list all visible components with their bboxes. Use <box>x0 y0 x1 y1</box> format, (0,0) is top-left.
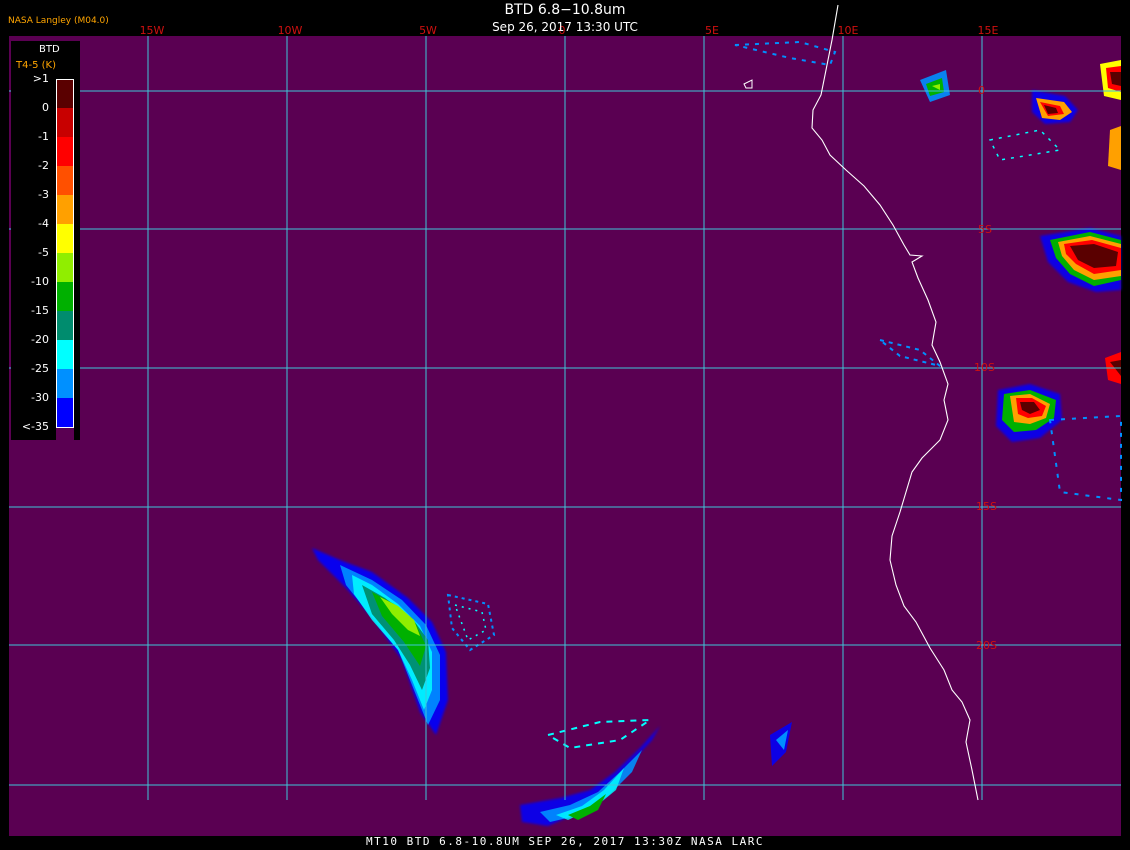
legend-label: 0 <box>42 101 49 114</box>
legend-label: -15 <box>31 304 49 317</box>
image-footer: MT10 BTD 6.8-10.8UM SEP 26, 2017 13:30Z … <box>365 835 764 848</box>
btd-map: 15W 10W 5W 0 5E 10E 15E 0 5S 10S 15S 20S <box>9 4 1122 836</box>
legend-label: -20 <box>31 333 49 346</box>
lat-label-20s: 20S <box>976 639 997 652</box>
legend-label: -3 <box>38 188 49 201</box>
legend-label: -1 <box>38 130 49 143</box>
satellite-image: 15W 10W 5W 0 5E 10E 15E 0 5S 10S 15S 20S… <box>0 0 1130 850</box>
lat-label-5s: 5S <box>978 223 992 236</box>
image-title: BTD 6.8−10.8um <box>504 2 626 18</box>
lat-label-15s: 15S <box>976 500 997 513</box>
image-subtitle: Sep 26, 2017 13:30 UTC <box>492 20 638 34</box>
lat-label-0: 0 <box>978 84 985 97</box>
legend-swatch <box>56 427 74 456</box>
legend-label: -5 <box>38 246 49 259</box>
legend-unit: T4-5 (K) <box>16 60 56 71</box>
legend-label: -25 <box>31 362 49 375</box>
color-legend: BTD T4-5 (K) >1 0 -1 -2 -3 -4 -5 -10 -15 -20 -25 -3… <box>11 41 80 456</box>
legend-frame <box>56 79 74 428</box>
lat-label-10s: 10S <box>974 361 995 374</box>
legend-label: <-35 <box>21 420 49 433</box>
legend-label: >1 <box>32 72 49 85</box>
legend-label: -4 <box>38 217 49 230</box>
legend-title: BTD <box>39 44 60 55</box>
legend-label: -30 <box>31 391 49 404</box>
legend-label: -2 <box>38 159 49 172</box>
legend-label: -10 <box>31 275 49 288</box>
